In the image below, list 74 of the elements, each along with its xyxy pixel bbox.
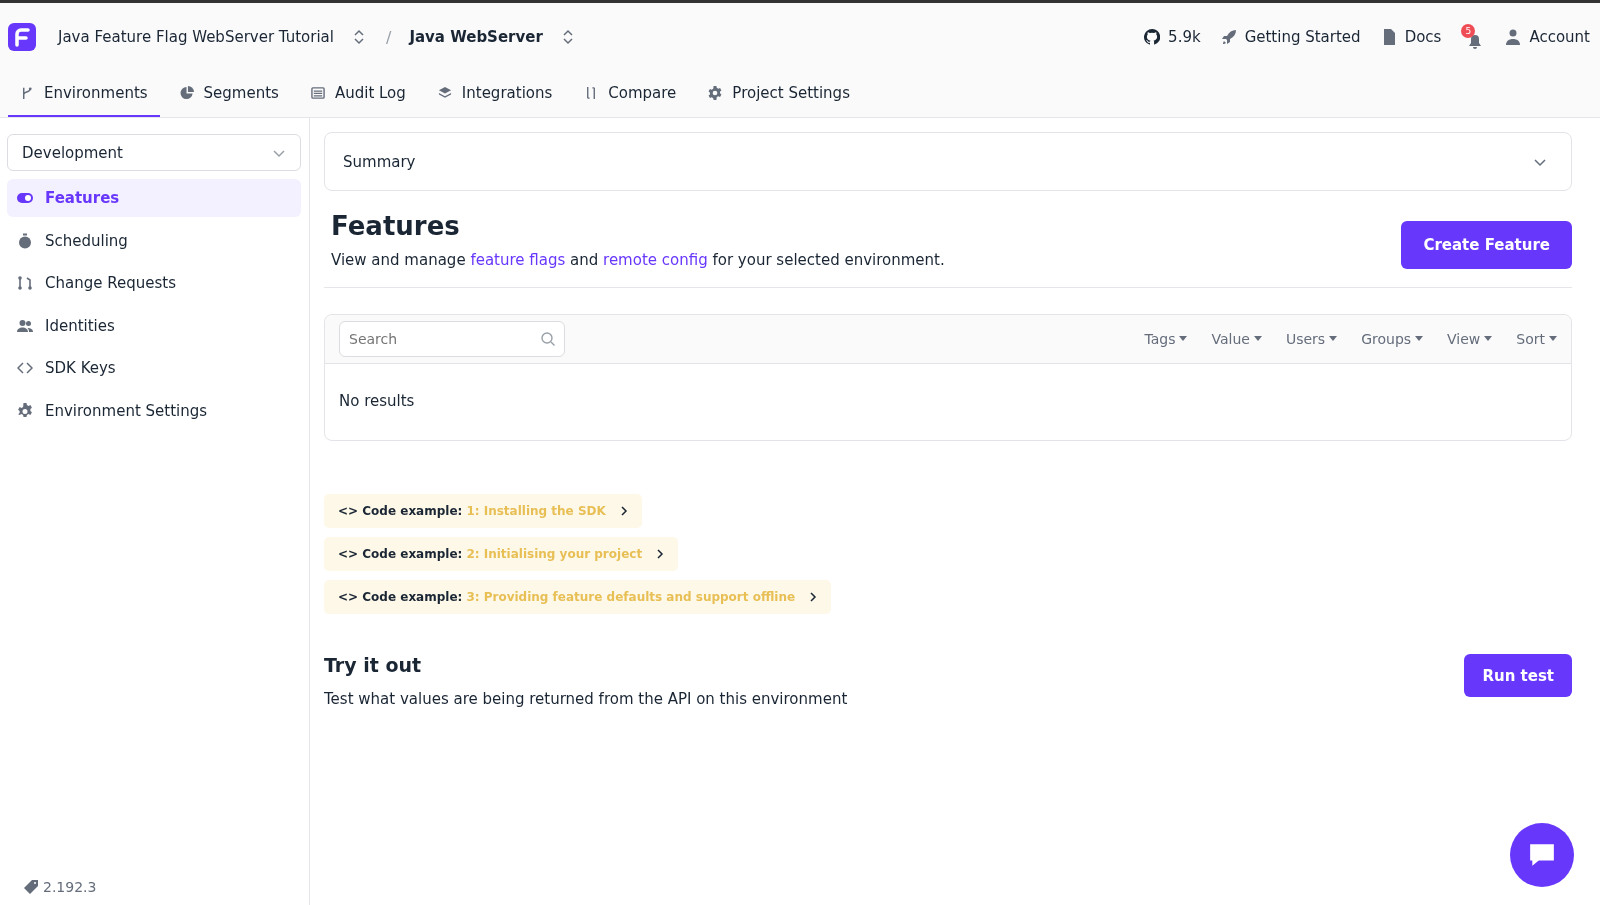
nav-tab[interactable]: Segments [167,71,291,117]
page-description: View and manage feature flags and remote config for your selected environment. [331,251,945,269]
chevron-right-icon [809,592,818,602]
filter-dropdown[interactable]: View [1447,331,1493,347]
empty-message: No results [338,391,416,412]
updown-chevron-icon [352,28,366,46]
list-icon [310,86,325,100]
text-link[interactable]: feature flags [470,251,566,269]
environment-select[interactable]: Development [7,134,301,171]
rocket-link[interactable]: Getting Started [1220,28,1361,46]
filter-dropdown[interactable]: Value [1211,331,1262,347]
section-title: Try it out [324,654,423,676]
section-description: Test what values are being returned from the API on this environment [324,690,848,708]
bell-icon [1467,34,1484,50]
caret-icon [1329,336,1338,342]
chat-icon [1528,842,1556,868]
filter-dropdown[interactable]: Groups [1361,331,1424,347]
nav-tab[interactable]: Integrations [425,71,565,117]
github-link[interactable]: 5.9k [1144,28,1201,46]
pie-chart-icon [179,86,194,100]
gear-icon [708,86,723,100]
users-icon [17,317,33,334]
notification-badge: 5 [1461,24,1476,38]
toggle-icon [17,190,33,206]
project-name[interactable]: Java Feature Flag WebServer Tutorial [58,28,334,46]
caret-icon [1179,336,1188,342]
pull-request-icon [17,275,33,291]
caret-icon [1549,336,1557,342]
summary-panel[interactable]: Summary [324,132,1572,191]
rocket-icon [1220,29,1237,45]
nav-tab[interactable]: Environments [8,71,160,117]
document-link[interactable]: Docs [1380,28,1442,46]
search-icon [540,331,556,347]
chevron-right-icon [619,506,628,516]
summary-title: Summary [343,152,416,171]
filter-dropdown[interactable]: Sort [1516,331,1557,347]
run-test-button[interactable]: Run test [1464,654,1572,697]
stopwatch-icon [17,232,33,249]
notifications-button[interactable]: 5 [1461,24,1486,50]
sidebar-item[interactable]: Features [7,179,301,217]
user-link[interactable]: Account [1505,28,1590,46]
filter-dropdown[interactable]: Tags [1144,331,1188,347]
code-example-toggle[interactable]: <> Code example: 3: Providing feature defaults and support offline [324,580,832,614]
caret-icon [1415,336,1424,342]
code-example-toggle[interactable]: <> Code example: 2: Initialising your project [324,537,679,571]
create-feature-button[interactable]: Create Feature [1401,221,1572,269]
chevron-right-icon [656,549,665,559]
search-field[interactable]: Search [339,321,565,357]
filter-dropdown[interactable]: Users [1285,331,1338,347]
nav-tab[interactable]: Compare [572,71,689,117]
version-label: 2.192.3 [43,879,97,895]
nav-tab[interactable]: Audit Log [298,71,418,117]
logo [8,23,36,51]
updown-chevron-icon [560,28,575,46]
layers-icon [437,86,452,100]
sidebar-item[interactable]: Environment Settings [7,391,301,430]
caret-icon [1253,336,1262,342]
github-icon [1144,29,1161,45]
environment-name[interactable]: Java WebServer [409,28,543,46]
text-link[interactable]: remote config [603,251,708,269]
sidebar-item[interactable]: Change Requests [7,264,301,302]
nav-tab[interactable]: Project Settings [696,71,862,117]
gear-icon [17,402,33,419]
branch-icon [20,86,34,100]
sidebar-item[interactable]: Scheduling [7,221,301,260]
tag-icon [23,879,39,895]
sidebar-item[interactable]: SDK Keys [7,349,301,387]
caret-icon [1484,336,1493,342]
user-icon [1505,29,1522,45]
page-title: Features [331,211,461,241]
sidebar-item[interactable]: Identities [7,306,301,345]
code-icon [17,360,33,376]
code-example-toggle[interactable]: <> Code example: 1: Installing the SDK [324,494,642,528]
breadcrumb-separator: / [386,27,392,47]
